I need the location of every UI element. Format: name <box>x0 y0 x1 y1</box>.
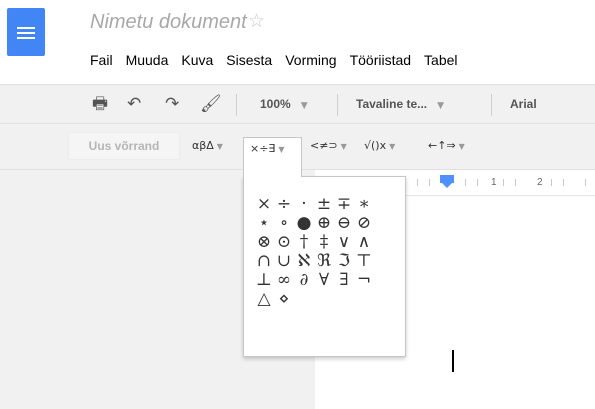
symbol-item[interactable]: ∧ <box>354 233 374 252</box>
main-toolbar: 🖶 ↶ ↷ 🖌 100% ▼ Tavaline te... ▼ Arial <box>0 84 595 124</box>
chevron-down-icon: ▼ <box>389 142 396 151</box>
operators-label: ×÷∃ <box>250 142 276 155</box>
greek-letters-menu[interactable]: αβΔ ▼ <box>192 139 223 152</box>
symbol-item[interactable]: ÷ <box>274 195 294 214</box>
symbol-grid: × ÷ · ± ∓ ∗ ⋆ ∘ ● ⊕ ⊖ ⊘ ⊗ ⊙ † ‡ ∨ ∧ ∩ ∪ ℵ ℜ ℑ ⊤ ⊥ ∞ ∂ ∀ ∃ ¬ △ ⋄ <box>254 195 374 309</box>
chevron-down-icon: ▼ <box>300 101 308 111</box>
symbol-item[interactable]: ∞ <box>274 271 294 290</box>
symbol-item[interactable]: ● <box>294 214 314 233</box>
symbol-item[interactable]: ⋄ <box>274 290 294 309</box>
toolbar-divider <box>491 94 492 116</box>
symbol-item[interactable]: ∩ <box>254 252 274 271</box>
menu-view[interactable]: Kuva <box>181 52 213 70</box>
symbol-item[interactable]: × <box>254 195 274 214</box>
arrows-menu[interactable]: ←↑⇒ ▼ <box>428 139 465 152</box>
toolbar-divider <box>236 94 237 116</box>
math-label: √()x <box>364 139 387 152</box>
chevron-down-icon: ▼ <box>216 142 223 151</box>
symbol-item[interactable]: ‡ <box>314 233 334 252</box>
symbol-item[interactable]: ∀ <box>314 271 334 290</box>
menu-bar: Fail Muuda Kuva Sisesta Vorming Tööriist… <box>90 52 471 70</box>
chevron-down-icon: ▼ <box>340 142 347 151</box>
zoom-value: 100% <box>260 97 291 111</box>
star-icon[interactable]: ☆ <box>248 10 265 32</box>
menu-insert[interactable]: Sisesta <box>226 52 272 70</box>
chevron-down-icon: ▼ <box>437 101 445 111</box>
indent-marker-arrow[interactable] <box>442 183 452 188</box>
docs-logo-icon[interactable] <box>7 8 45 56</box>
undo-icon[interactable]: ↶ <box>127 94 141 114</box>
symbol-item[interactable]: ∂ <box>294 271 314 290</box>
arrows-label: ←↑⇒ <box>428 139 456 152</box>
symbol-item[interactable]: · <box>294 195 314 214</box>
symbol-item[interactable]: ⊗ <box>254 233 274 252</box>
symbol-item[interactable]: ℵ <box>294 252 314 271</box>
math-operations-menu[interactable]: √()x ▼ <box>364 139 395 152</box>
operators-menu[interactable]: ×÷∃ ▼ <box>243 137 302 177</box>
operators-dropdown: × ÷ · ± ∓ ∗ ⋆ ∘ ● ⊕ ⊖ ⊘ ⊗ ⊙ † ‡ ∨ ∧ ∩ ∪ ℵ ℜ ℑ ⊤ ⊥ ∞ ∂ ∀ ∃ ¬ △ ⋄ <box>243 176 406 357</box>
ruler-label: 1 <box>491 177 497 188</box>
header: Nimetu dokument ☆ Fail Muuda Kuva Sisest… <box>0 0 595 80</box>
ruler-label: 2 <box>537 177 543 188</box>
paint-format-icon[interactable]: 🖌 <box>200 94 222 114</box>
symbol-item[interactable]: ℜ <box>314 252 334 271</box>
menu-file[interactable]: Fail <box>90 52 113 70</box>
chevron-down-icon: ▼ <box>458 142 465 151</box>
symbol-item[interactable]: ¬ <box>354 271 374 290</box>
document-title[interactable]: Nimetu dokument <box>90 11 247 34</box>
symbol-item[interactable]: ⊘ <box>354 214 374 233</box>
symbol-item[interactable]: ⊥ <box>254 271 274 290</box>
style-value: Tavaline te... <box>356 97 428 111</box>
zoom-select[interactable]: 100% ▼ <box>260 97 308 111</box>
menu-edit[interactable]: Muuda <box>126 52 169 70</box>
symbol-item[interactable]: ℑ <box>334 252 354 271</box>
redo-icon[interactable]: ↷ <box>165 94 179 114</box>
indent-marker[interactable] <box>440 175 454 183</box>
symbol-item[interactable]: † <box>294 233 314 252</box>
relations-label: <≠⊃ <box>310 139 338 152</box>
symbol-item[interactable]: ∨ <box>334 233 354 252</box>
symbol-item[interactable]: ∃ <box>334 271 354 290</box>
greek-label: αβΔ <box>192 139 214 152</box>
relations-menu[interactable]: <≠⊃ ▼ <box>310 139 347 152</box>
font-select[interactable]: Arial <box>510 97 537 111</box>
chevron-down-icon: ▼ <box>278 145 285 154</box>
operators-menu-inner: ×÷∃ ▼ <box>250 142 285 155</box>
print-icon[interactable]: 🖶 <box>92 94 108 114</box>
new-equation-button[interactable]: Uus võrrand <box>68 132 180 160</box>
symbol-item[interactable]: ∓ <box>334 195 354 214</box>
symbol-item[interactable]: ∗ <box>354 195 374 214</box>
symbol-item[interactable]: ⊕ <box>314 214 334 233</box>
symbol-item[interactable]: ⊖ <box>334 214 354 233</box>
font-value: Arial <box>510 97 537 111</box>
symbol-item[interactable]: ⊤ <box>354 252 374 271</box>
menu-table[interactable]: Tabel <box>424 52 457 70</box>
symbol-item[interactable]: ∪ <box>274 252 294 271</box>
style-select[interactable]: Tavaline te... ▼ <box>356 97 444 111</box>
text-cursor <box>452 350 454 372</box>
menu-tools[interactable]: Tööriistad <box>350 52 411 70</box>
symbol-item[interactable]: △ <box>254 290 274 309</box>
menu-format[interactable]: Vorming <box>285 52 336 70</box>
symbol-item[interactable]: ± <box>314 195 334 214</box>
symbol-item[interactable]: ⋆ <box>254 214 274 233</box>
toolbar-divider <box>337 94 338 116</box>
symbol-item[interactable]: ⊙ <box>274 233 294 252</box>
symbol-item[interactable]: ∘ <box>274 214 294 233</box>
